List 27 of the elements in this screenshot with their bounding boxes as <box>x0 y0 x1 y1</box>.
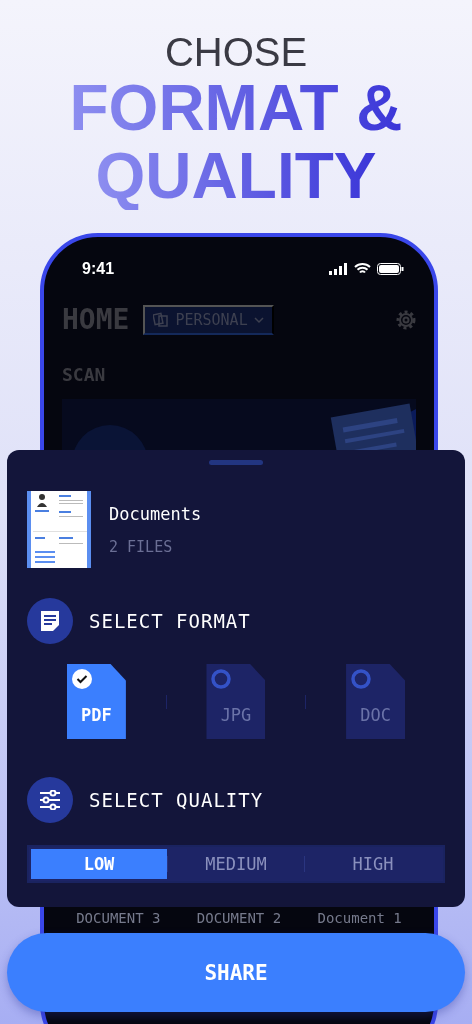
battery-icon <box>377 263 404 275</box>
section-title: SELECT QUALITY <box>89 789 264 811</box>
quality-option[interactable]: HIGH <box>305 849 441 879</box>
document-name: DOCUMENT 3 <box>76 910 161 926</box>
drag-handle[interactable] <box>209 460 263 465</box>
check-icon <box>71 669 92 689</box>
radio-icon <box>211 669 232 689</box>
sliders-icon <box>27 777 73 823</box>
format-option[interactable]: DOC <box>346 664 406 739</box>
status-time: 9:41 <box>82 260 115 278</box>
document-name: DOCUMENT 2 <box>196 910 282 926</box>
document-icon <box>27 598 73 644</box>
file-name: Documents <box>109 503 202 524</box>
radio-icon <box>351 669 372 689</box>
quality-option[interactable]: LOW <box>31 849 167 879</box>
section-title: SELECT FORMAT <box>89 610 251 632</box>
headline: CHOSE <box>164 30 308 74</box>
chevron-down-icon <box>253 315 264 324</box>
format-option[interactable]: JPG <box>206 664 266 739</box>
file-count: 2 FILES <box>109 537 174 556</box>
document-name: Document 1 <box>317 910 402 926</box>
wifi-icon <box>354 263 371 275</box>
quality-option[interactable]: MEDIUM <box>168 849 304 879</box>
share-button[interactable]: SHARE <box>7 933 465 1012</box>
copy-icon <box>153 311 170 328</box>
signal-icon <box>329 263 348 275</box>
format-option[interactable]: PDF <box>66 664 126 739</box>
